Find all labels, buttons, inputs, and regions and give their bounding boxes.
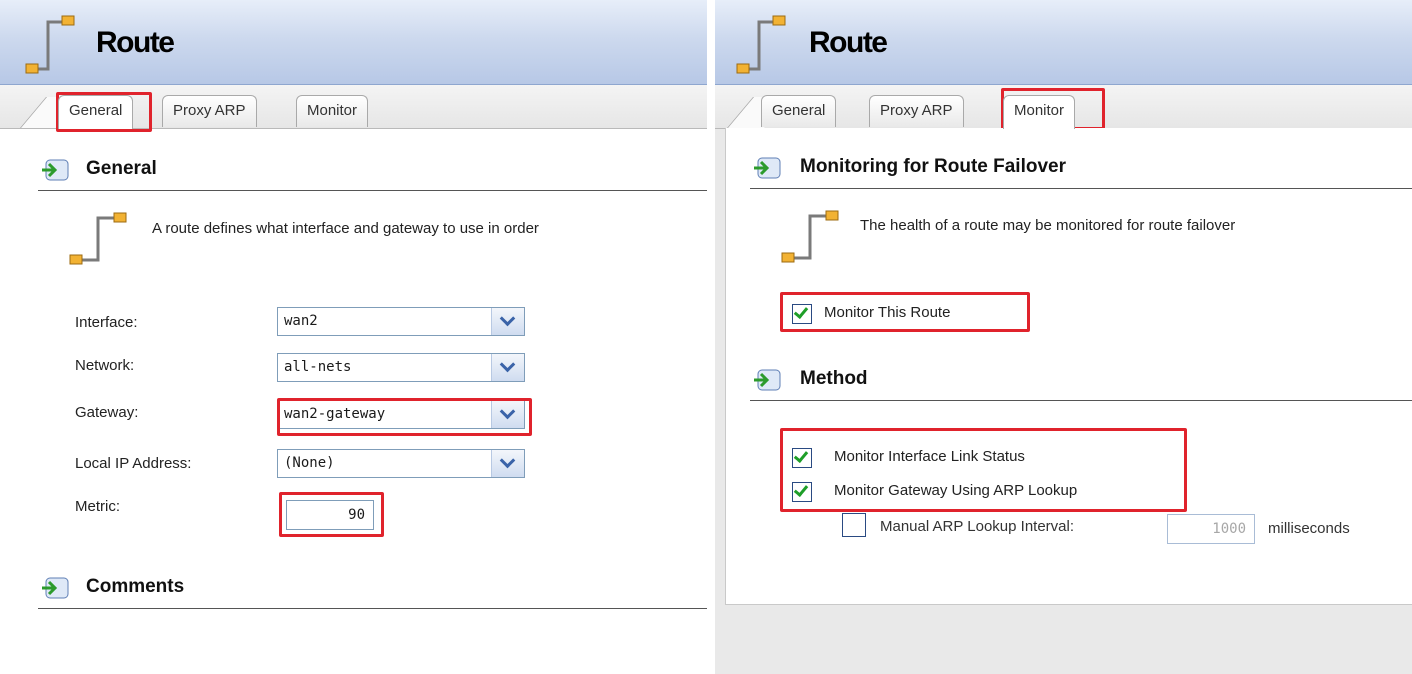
interface-select[interactable]: wan2	[277, 307, 525, 336]
section-comments: Comments	[38, 570, 707, 609]
title-bar: Route	[715, 0, 1412, 85]
section-method-label: Method	[800, 368, 868, 389]
highlight-metric	[279, 492, 384, 537]
section-general-label: General	[86, 158, 157, 179]
network-value: all-nets	[284, 359, 352, 375]
local-ip-value: (None)	[284, 455, 335, 471]
route-icon	[25, 15, 75, 74]
tab-general[interactable]: General	[761, 95, 837, 127]
network-select[interactable]: all-nets	[277, 353, 525, 382]
local-ip-label: Local IP Address:	[75, 455, 192, 472]
highlight-method-options	[780, 428, 1187, 512]
route-icon	[736, 15, 786, 74]
monitor-content: Monitoring for Route Failover The health…	[725, 128, 1412, 605]
route-icon	[69, 212, 127, 265]
description-text: A route defines what interface and gatew…	[152, 220, 539, 237]
manual-arp-checkbox[interactable]	[842, 513, 866, 537]
tab-monitor[interactable]: Monitor	[296, 95, 369, 127]
tab-proxy-arp[interactable]: Proxy ARP	[869, 95, 964, 127]
metric-label: Metric:	[75, 498, 120, 515]
section-arrow-icon	[42, 159, 69, 181]
section-general: General	[38, 152, 707, 191]
section-arrow-icon	[42, 577, 69, 599]
section-comments-label: Comments	[86, 576, 185, 597]
network-label: Network:	[75, 357, 135, 374]
section-monitoring: Monitoring for Route Failover	[750, 150, 1412, 189]
chevron-down-icon[interactable]	[491, 354, 524, 381]
route-panel-general: Route General Proxy ARP Monitor General …	[0, 0, 707, 612]
highlight-monitor-this-route	[780, 292, 1030, 332]
arp-interval-input[interactable]: 1000	[1167, 514, 1255, 544]
highlight-gateway	[277, 398, 532, 436]
interval-unit-label: milliseconds	[1268, 520, 1350, 537]
section-arrow-icon	[754, 157, 781, 179]
page-title: Route	[809, 26, 888, 59]
interface-value: wan2	[284, 313, 318, 329]
section-arrow-icon	[754, 369, 781, 391]
local-ip-select[interactable]: (None)	[277, 449, 525, 478]
chevron-down-icon[interactable]	[491, 308, 524, 335]
section-method: Method	[750, 362, 1412, 401]
tab-proxy-arp[interactable]: Proxy ARP	[162, 95, 257, 127]
interface-label: Interface:	[75, 314, 138, 331]
route-panel-monitor: Route General Proxy ARP Monitor Monitori…	[715, 0, 1412, 674]
manual-arp-label: Manual ARP Lookup Interval:	[880, 518, 1075, 535]
page-title: Route	[96, 26, 175, 59]
tab-general[interactable]: General	[58, 95, 134, 129]
title-bar: Route	[0, 0, 707, 85]
section-monitoring-label: Monitoring for Route Failover	[800, 156, 1066, 177]
chevron-down-icon[interactable]	[491, 450, 524, 477]
gateway-label: Gateway:	[75, 404, 139, 421]
description-text: The health of a route may be monitored f…	[860, 217, 1236, 234]
tab-monitor[interactable]: Monitor	[1003, 95, 1076, 129]
route-icon	[781, 210, 839, 263]
